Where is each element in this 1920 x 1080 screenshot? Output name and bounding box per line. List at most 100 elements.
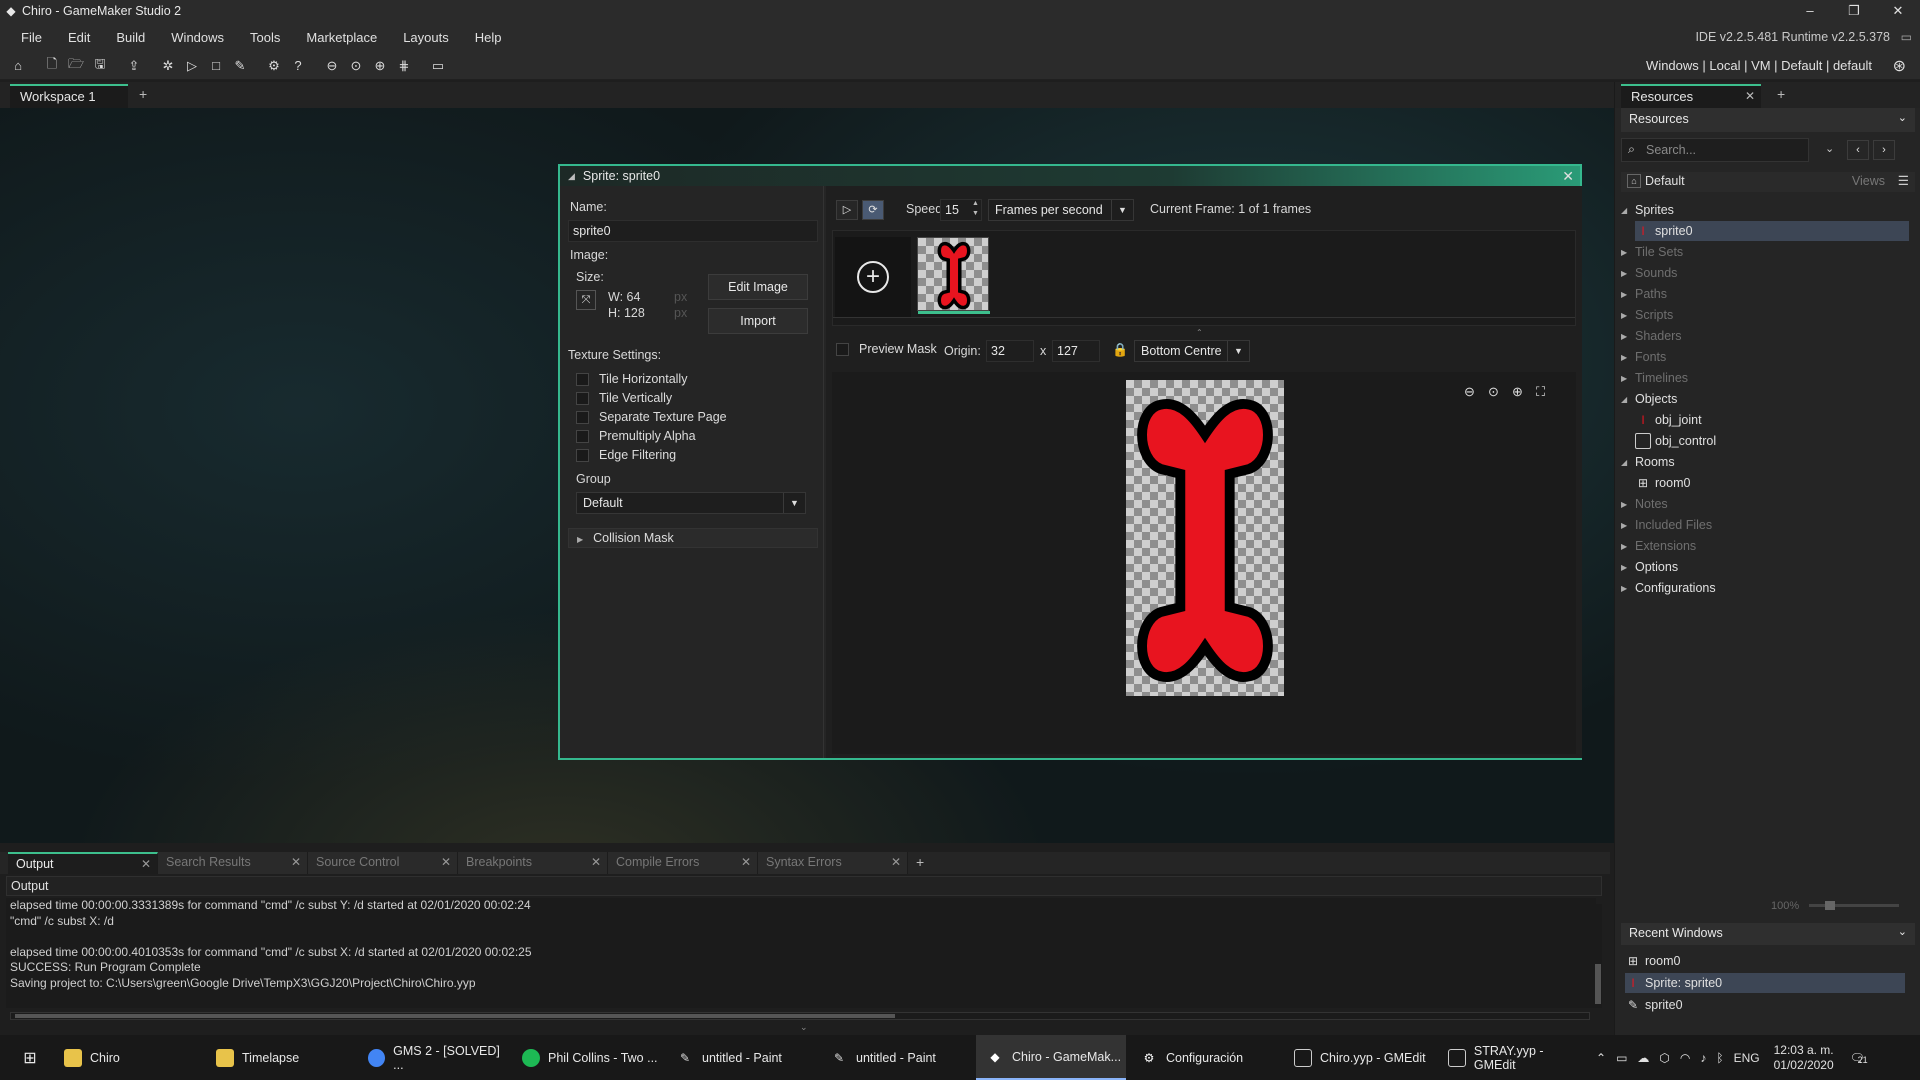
close-tab-icon[interactable]: ✕ [741,855,751,869]
tree-group-paths[interactable]: ▶ Paths [1621,284,1667,304]
edit-image-button[interactable]: Edit Image [708,274,808,300]
tree-item-obj-joint[interactable]: Iobj_joint [1635,410,1701,430]
zoom-in-icon[interactable]: ⊕ [368,55,392,77]
menu-icon[interactable]: ☰ [1898,173,1909,188]
cloud-icon[interactable]: ☁ [1637,1051,1649,1065]
add-tab-icon[interactable]: + [916,854,924,870]
menu-build[interactable]: Build [103,30,158,45]
checkbox-box[interactable] [576,448,589,462]
recent-item-sprite-editor[interactable]: I Sprite: sprite0 [1625,973,1905,993]
menu-windows[interactable]: Windows [158,30,237,45]
chevron-left-icon[interactable]: ‹ [1847,140,1869,160]
stop-icon[interactable]: □ [204,55,228,77]
premultiply-alpha-checkbox[interactable]: Premultiply Alpha [576,429,696,443]
edge-filtering-checkbox[interactable]: Edge Filtering [576,448,676,462]
taskbar-item-paint-2[interactable]: ✎ untitled - Paint [820,1035,970,1080]
search-options-icon[interactable]: ⌄ [1825,142,1834,155]
close-sprite-editor-icon[interactable]: ✕ [1562,168,1574,185]
fit-to-screen-icon[interactable]: ⛶ [1536,384,1545,400]
save-project-icon[interactable]: 🖫 [88,55,112,77]
tree-item-room0[interactable]: ⊞ room0 [1635,473,1690,493]
recent-item-sprite0[interactable]: ✎ sprite0 [1625,995,1905,1015]
close-tab-icon[interactable]: ✕ [1745,89,1755,103]
dropbox-icon[interactable]: ⬡ [1659,1051,1669,1065]
tree-group-shaders[interactable]: ▶ Shaders [1621,326,1682,346]
resize-icon[interactable]: ⤧ [576,290,596,310]
menu-tools[interactable]: Tools [237,30,293,45]
monitor-icon[interactable]: ▭ [426,55,450,77]
grid-icon[interactable]: ⋕ [392,55,416,77]
taskbar-item-paint-1[interactable]: ✎ untitled - Paint [666,1035,816,1080]
scrollbar-thumb[interactable] [15,1014,895,1018]
clock[interactable]: 12:03 a. m. 01/02/2020 [1774,1043,1834,1073]
close-tab-icon[interactable]: ✕ [291,855,301,869]
menu-help[interactable]: Help [462,30,515,45]
create-executable-icon[interactable]: ⇪ [122,55,146,77]
chevron-right-icon[interactable]: › [1873,140,1895,160]
zoom-out-icon[interactable]: ⊖ [1464,384,1475,400]
output-log[interactable]: elapsed time 00:00:00.3331389s for comma… [6,898,1596,1008]
tree-group-tile-sets[interactable]: ▶ Tile Sets [1621,242,1683,262]
minimize-button[interactable]: – [1788,0,1832,22]
open-project-icon[interactable]: 🗁 [64,55,88,77]
sprite-editor-titlebar[interactable]: ◢ Sprite: sprite0 ✕ [560,166,1580,186]
recent-item-room0[interactable]: ⊞ room0 [1625,951,1905,971]
close-tab-icon[interactable]: ✕ [441,855,451,869]
tree-group-scripts[interactable]: ▶ Scripts [1621,305,1673,325]
speed-unit-dropdown[interactable]: Frames per second ▼ [988,199,1134,221]
checkbox-box[interactable] [576,391,589,405]
play-icon[interactable]: ▷ [836,200,858,220]
collapse-icon[interactable]: ◢ [568,171,575,182]
wifi-icon[interactable]: ◠ [1680,1051,1690,1065]
menu-edit[interactable]: Edit [55,30,103,45]
volume-icon[interactable]: ♪ [1700,1051,1706,1065]
frame-thumbnail[interactable] [917,237,990,314]
tree-group-configurations[interactable]: ▶ Configurations [1621,578,1716,598]
close-tab-icon[interactable]: ✕ [591,855,601,869]
origin-preset-dropdown[interactable]: Bottom Centre ▼ [1134,340,1250,362]
tab-resources[interactable]: Resources ✕ [1621,84,1761,108]
tree-group-options[interactable]: ▶ Options [1621,557,1678,577]
checkbox-box[interactable] [836,342,849,356]
start-icon[interactable]: ⊞ [8,1035,52,1080]
tree-group-timelines[interactable]: ▶ Timelines [1621,368,1688,388]
views-label[interactable]: Views [1852,174,1885,188]
separate-texture-page-checkbox[interactable]: Separate Texture Page [576,410,727,424]
speed-stepper-icon[interactable]: ▲ ▼ [972,199,979,219]
collapse-output-icon[interactable]: ⌄ [800,1022,808,1033]
taskbar-item-gamemaker[interactable]: ◆ Chiro - GameMak... [976,1035,1126,1080]
recent-windows-header[interactable]: Recent Windows ⌄ [1621,923,1915,945]
resource-search-input[interactable]: ⌕ Search... [1621,138,1809,162]
import-button[interactable]: Import [708,308,808,334]
add-tab-icon[interactable]: + [1777,86,1785,102]
output-horizontal-scrollbar[interactable] [10,1012,1590,1020]
tree-group-objects[interactable]: ◢ Objects [1621,389,1677,409]
language-indicator[interactable]: ENG [1734,1051,1760,1065]
taskbar-item-spotify[interactable]: Phil Collins - Two ... [512,1035,662,1080]
tab-breakpoints[interactable]: Breakpoints ✕ [458,852,608,874]
target-settings-icon[interactable]: ⊛ [1893,56,1906,76]
tree-group-included-files[interactable]: ▶ Included Files [1621,515,1712,535]
menu-file[interactable]: File [8,30,55,45]
tree-group-notes[interactable]: ▶ Notes [1621,494,1668,514]
checkbox-box[interactable] [576,372,589,386]
taskbar-item-settings[interactable]: ⚙ Configuración [1130,1035,1280,1080]
game-options-icon[interactable]: ⚙ [262,55,286,77]
new-project-icon[interactable]: 🗋 [40,55,64,77]
sprite-canvas[interactable]: ⊖ ⊙ ⊕ ⛶ [832,372,1576,754]
zoom-out-icon[interactable]: ⊖ [320,55,344,77]
taskbar-item-gmedit-chiro[interactable]: Chiro.yyp - GMEdit [1284,1035,1434,1080]
target-selector[interactable]: Windows | Local | VM | Default | default [1646,58,1872,73]
checkbox-box[interactable] [576,410,589,424]
lock-icon[interactable]: 🔒 [1112,342,1128,358]
tree-group-rooms[interactable]: ◢ Rooms [1621,452,1675,472]
add-workspace-icon[interactable]: + [139,86,147,102]
slider-thumb[interactable] [1825,901,1835,910]
zoom-reset-icon[interactable]: ⊙ [344,55,368,77]
group-dropdown[interactable]: Default ▼ [576,492,806,514]
scrollbar-thumb[interactable] [1595,964,1601,1004]
taskbar-item-chiro[interactable]: Chiro [54,1035,204,1080]
tab-search-results[interactable]: Search Results ✕ [158,852,308,874]
bluetooth-icon[interactable]: ᛒ [1716,1051,1723,1065]
taskbar-item-gmedit-stray[interactable]: STRAY.yyp - GMEdit [1438,1035,1588,1080]
